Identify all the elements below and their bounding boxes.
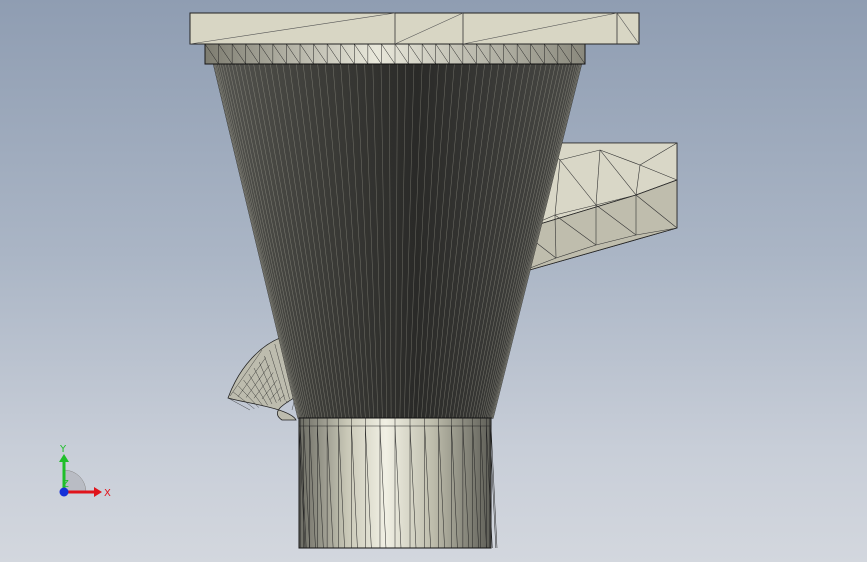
y-arrow-head: [59, 454, 69, 462]
cad-viewport[interactable]: [0, 0, 867, 562]
top-collar[interactable]: [204, 43, 586, 65]
y-axis-label: Y: [59, 444, 67, 455]
z-axis-label: Z: [62, 479, 69, 490]
x-axis-label: X: [104, 488, 111, 499]
outlet-cylinder[interactable]: [298, 417, 498, 549]
coordinate-triad: X Y Z: [59, 444, 111, 499]
x-arrow-head: [94, 487, 102, 497]
top-flange-plate[interactable]: [189, 12, 640, 45]
